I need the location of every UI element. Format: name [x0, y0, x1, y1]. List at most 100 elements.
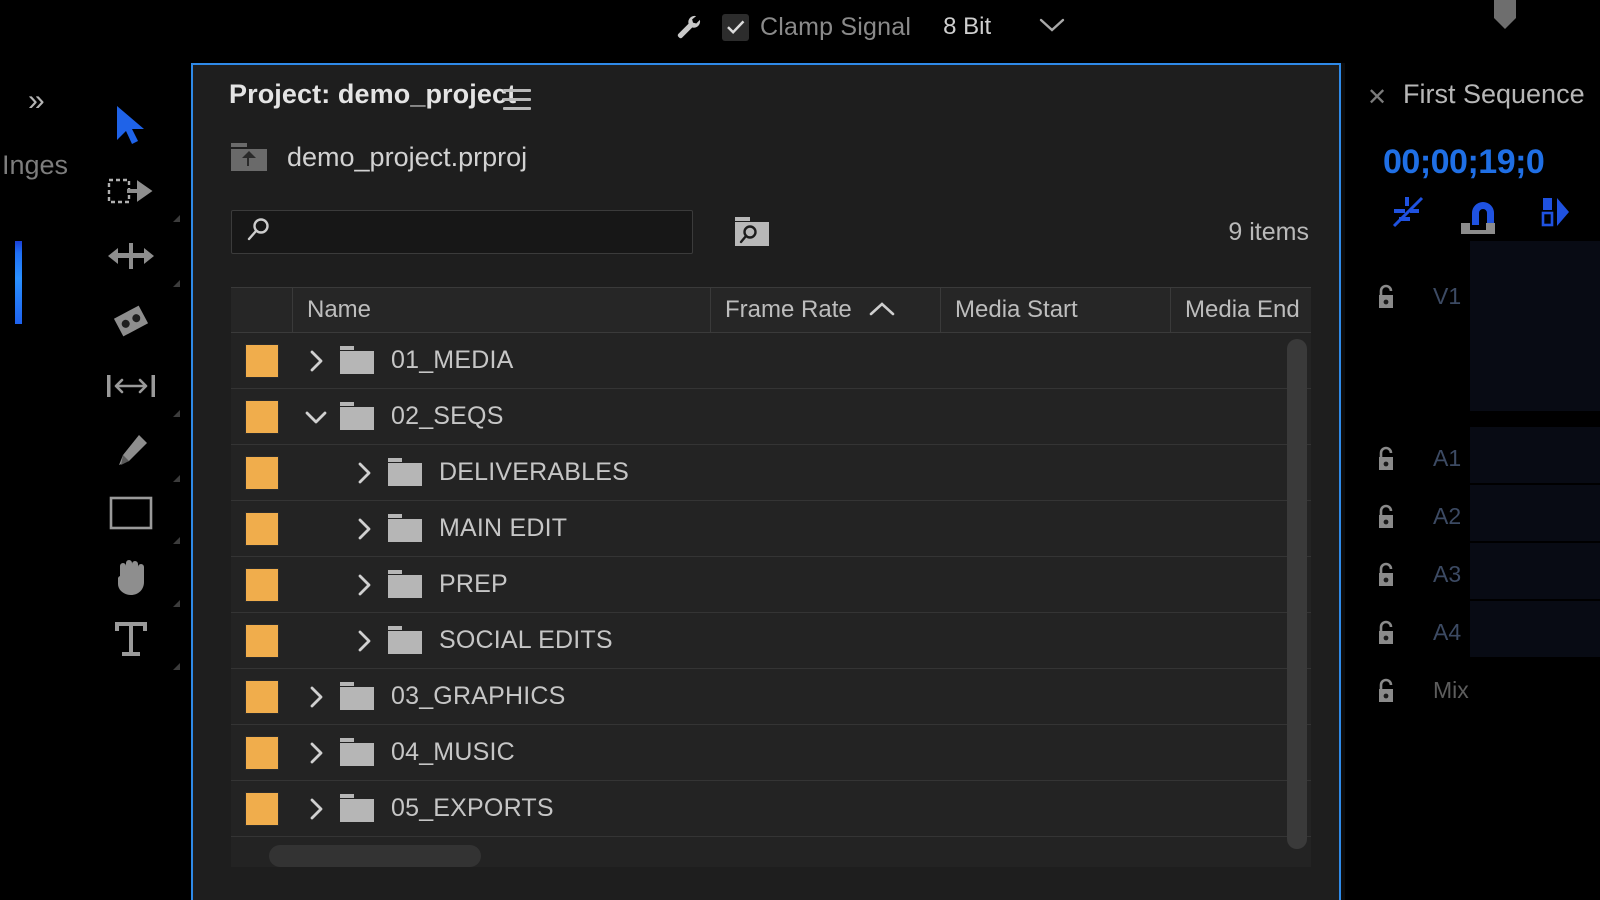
swatch-chip[interactable] — [245, 511, 279, 546]
find-in-bin-icon[interactable] — [733, 216, 771, 248]
lock-icon[interactable] — [1345, 446, 1409, 472]
track-header-a3[interactable]: A3 — [1345, 561, 1600, 588]
row-color-swatch[interactable] — [231, 735, 293, 770]
checkbox-box[interactable] — [722, 13, 749, 41]
track-label-a1[interactable]: A1 — [1409, 445, 1461, 472]
row-color-swatch[interactable] — [231, 399, 293, 434]
chevron-right-icon[interactable] — [341, 517, 387, 541]
table-row[interactable]: 04_MUSIC — [231, 725, 1311, 781]
panel-tab-label[interactable]: Inges — [2, 150, 68, 181]
rectangle-tool[interactable] — [104, 486, 180, 544]
folder-icon — [339, 345, 377, 376]
arrow-cursor-icon — [117, 106, 144, 144]
swatch-chip[interactable] — [245, 343, 279, 378]
table-row[interactable]: DELIVERABLES — [231, 445, 1311, 501]
hamburger-menu-icon[interactable] — [503, 89, 531, 116]
track-band-v1[interactable] — [1470, 241, 1600, 411]
project-root-row[interactable]: demo_project.prproj — [229, 141, 527, 173]
table-row[interactable]: PREP — [231, 557, 1311, 613]
ripple-edit-tool[interactable] — [104, 229, 180, 287]
table-row[interactable]: 03_GRAPHICS — [231, 669, 1311, 725]
track-header-a2[interactable]: A2 — [1345, 503, 1600, 530]
parent-folder-icon[interactable] — [229, 141, 269, 173]
lock-icon[interactable] — [1345, 620, 1409, 646]
row-color-swatch[interactable] — [231, 791, 293, 826]
track-header-a4[interactable]: A4 — [1345, 619, 1600, 646]
column-header-media-end[interactable]: Media End — [1171, 288, 1311, 332]
track-label-mix[interactable]: Mix — [1409, 677, 1469, 704]
track-header-a1[interactable]: A1 — [1345, 445, 1600, 472]
vertical-scrollbar[interactable] — [1287, 339, 1307, 849]
column-header-swatch[interactable] — [231, 288, 293, 332]
lock-icon[interactable] — [1345, 678, 1409, 704]
chevron-right-icon[interactable] — [293, 797, 339, 821]
type-tool[interactable] — [104, 612, 180, 670]
table-row[interactable]: 02_SEQS — [231, 389, 1311, 445]
track-header-mix[interactable]: Mix — [1345, 677, 1600, 704]
bit-depth-value[interactable]: 8 Bit — [943, 13, 991, 41]
tool-flyout-indicator — [173, 663, 180, 670]
chevron-right-icon[interactable] — [341, 461, 387, 485]
track-label-a2[interactable]: A2 — [1409, 503, 1461, 530]
row-name-label: 04_MUSIC — [391, 738, 515, 766]
linked-selection-icon[interactable] — [1391, 195, 1425, 234]
rolling-edit-tool[interactable] — [104, 294, 158, 348]
swatch-chip[interactable] — [245, 567, 279, 602]
lock-icon[interactable] — [1345, 562, 1409, 588]
wrench-icon[interactable] — [672, 10, 706, 44]
track-label-a3[interactable]: A3 — [1409, 561, 1461, 588]
horizontal-scrollbar-thumb[interactable] — [269, 845, 481, 867]
row-color-swatch[interactable] — [231, 455, 293, 490]
swatch-chip[interactable] — [245, 735, 279, 770]
timeline-timecode[interactable]: 00;00;19;0 — [1383, 143, 1545, 182]
slip-tool[interactable] — [104, 359, 180, 417]
row-color-swatch[interactable] — [231, 343, 293, 378]
track-select-forward-tool[interactable] — [104, 164, 180, 222]
row-color-swatch[interactable] — [231, 679, 293, 714]
search-box[interactable] — [231, 210, 693, 254]
folder-icon — [387, 457, 425, 488]
chevron-right-icon[interactable] — [293, 349, 339, 373]
lock-icon[interactable] — [1345, 284, 1409, 310]
chevrons-right-icon[interactable]: » — [28, 84, 45, 118]
track-target-chip[interactable] — [1461, 221, 1495, 234]
horizontal-scrollbar[interactable] — [269, 841, 1349, 867]
insert-overwrite-icon[interactable] — [1541, 196, 1571, 233]
chevron-down-icon[interactable] — [293, 409, 339, 425]
track-label-v1[interactable]: V1 — [1409, 283, 1461, 310]
hand-tool[interactable] — [104, 549, 180, 607]
chevron-right-icon[interactable] — [293, 685, 339, 709]
project-item-table: Name Frame Rate Media Start Media End 01… — [231, 287, 1311, 867]
project-panel-title[interactable]: Project: demo_project — [229, 79, 516, 110]
chevron-right-icon[interactable] — [341, 629, 387, 653]
track-label-a4[interactable]: A4 — [1409, 619, 1461, 646]
column-header-frame-rate[interactable]: Frame Rate — [711, 288, 941, 332]
table-row[interactable]: 05_EXPORTS — [231, 781, 1311, 837]
swatch-chip[interactable] — [245, 679, 279, 714]
row-color-swatch[interactable] — [231, 567, 293, 602]
track-header-v1[interactable]: V1 — [1345, 283, 1600, 310]
close-icon[interactable]: ✕ — [1367, 83, 1387, 112]
row-color-swatch[interactable] — [231, 623, 293, 658]
chevron-down-icon[interactable] — [1037, 16, 1067, 39]
swatch-chip[interactable] — [245, 623, 279, 658]
chevron-right-icon[interactable] — [293, 741, 339, 765]
swatch-chip[interactable] — [245, 791, 279, 826]
table-row[interactable]: 01_MEDIA — [231, 333, 1311, 389]
swatch-chip[interactable] — [245, 455, 279, 490]
pen-tool[interactable] — [104, 424, 180, 482]
chevron-right-icon[interactable] — [341, 573, 387, 597]
table-row[interactable]: MAIN EDIT — [231, 501, 1311, 557]
project-root-name[interactable]: demo_project.prproj — [287, 142, 527, 173]
timeline-tab-label[interactable]: First Sequence — [1403, 79, 1585, 110]
playhead-marker-icon[interactable] — [1492, 0, 1518, 30]
table-row[interactable]: SOCIAL EDITS — [231, 613, 1311, 669]
search-input[interactable] — [280, 219, 660, 245]
selection-tool[interactable] — [104, 100, 158, 154]
column-header-name[interactable]: Name — [293, 288, 711, 332]
clamp-signal-checkbox[interactable]: Clamp Signal — [722, 13, 911, 42]
column-header-media-start[interactable]: Media Start — [941, 288, 1171, 332]
swatch-chip[interactable] — [245, 399, 279, 434]
row-color-swatch[interactable] — [231, 511, 293, 546]
lock-icon[interactable] — [1345, 504, 1409, 530]
